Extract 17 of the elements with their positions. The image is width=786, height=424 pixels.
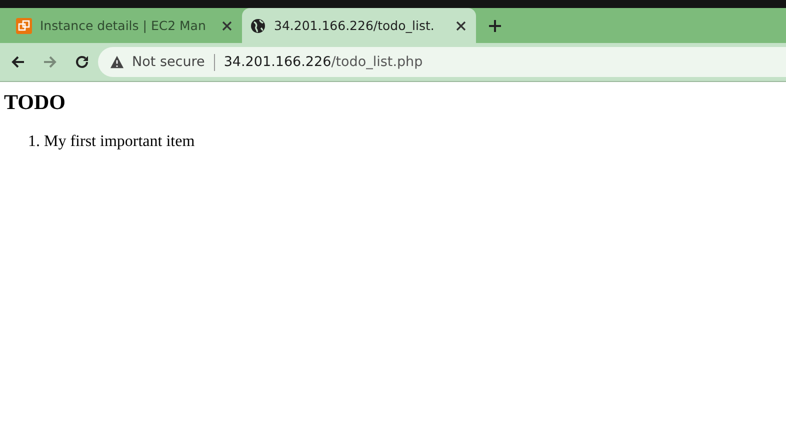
back-icon[interactable] <box>10 54 26 70</box>
list-number: 1. <box>28 133 40 151</box>
address-bar[interactable]: Not secure 34.201.166.226/todo_list.php <box>98 47 786 77</box>
reload-icon[interactable] <box>74 54 90 70</box>
globe-icon <box>250 18 266 34</box>
list-item: My first important item <box>44 133 195 151</box>
close-icon[interactable] <box>222 20 232 30</box>
browser-tab[interactable]: Instance details | EC2 Man <box>8 8 242 43</box>
url-path: /todo_list.php <box>331 54 423 70</box>
url-host: 34.201.166.226 <box>224 54 332 70</box>
security-label[interactable]: Not secure <box>132 54 205 70</box>
warning-icon[interactable] <box>110 55 124 69</box>
app-icon <box>16 18 32 34</box>
page-heading: TODO <box>4 90 66 115</box>
browser-tab[interactable]: 34.201.166.226/todo_list. <box>242 8 476 43</box>
close-icon[interactable] <box>456 20 466 30</box>
forward-icon[interactable] <box>42 54 58 70</box>
